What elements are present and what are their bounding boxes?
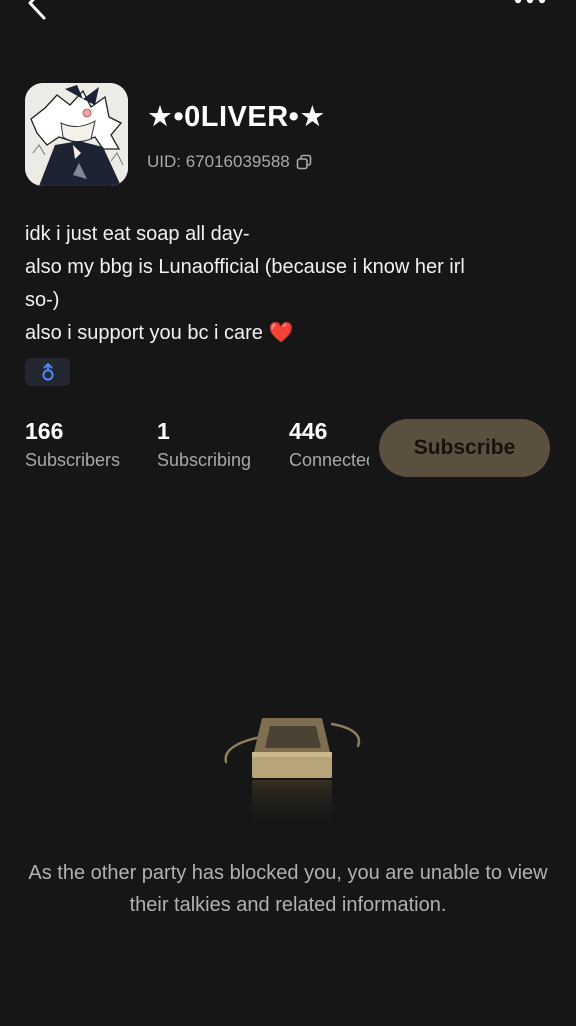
bio-line: so-): [25, 289, 60, 311]
copy-icon[interactable]: [296, 154, 312, 170]
more-dots-icon[interactable]: [512, 0, 548, 8]
bio-line: idk i just eat soap all day-: [25, 223, 250, 245]
stat-subscribing[interactable]: 1 Subscribing: [157, 417, 251, 471]
stat-connected[interactable]: 446 Connected: [289, 417, 369, 471]
stat-value: 166: [25, 418, 64, 444]
avatar-image: [25, 83, 128, 186]
profile-name: ★•0LIVER•★: [147, 101, 326, 133]
gender-symbol-icon: [41, 362, 54, 381]
gender-badge: [25, 358, 70, 386]
uid-row: UID: 67016039588: [147, 152, 312, 172]
stat-label: Subscribers: [25, 450, 121, 470]
chevron-left-icon[interactable]: [22, 0, 54, 20]
blocked-message: As the other party has blocked you, you …: [28, 862, 548, 916]
empty-box-illustration: [224, 718, 361, 830]
stat-label: Subscribing: [157, 450, 252, 470]
bio-line: also i support you bc i care ❤️: [25, 322, 294, 344]
stat-label: Connected: [289, 450, 369, 470]
stat-value: 446: [289, 418, 328, 444]
stat-subscribers[interactable]: 166 Subscribers: [25, 417, 120, 471]
top-bar: [0, 0, 576, 30]
bio-line: also my bbg is Lunaofficial (because i k…: [25, 256, 465, 278]
subscribe-button[interactable]: Subscribe: [379, 419, 550, 477]
uid-text: UID: 67016039588: [147, 152, 290, 171]
stat-value: 1: [157, 418, 170, 444]
avatar[interactable]: [25, 83, 128, 186]
bio: idk i just eat soap all day- also my bbg…: [25, 218, 545, 350]
